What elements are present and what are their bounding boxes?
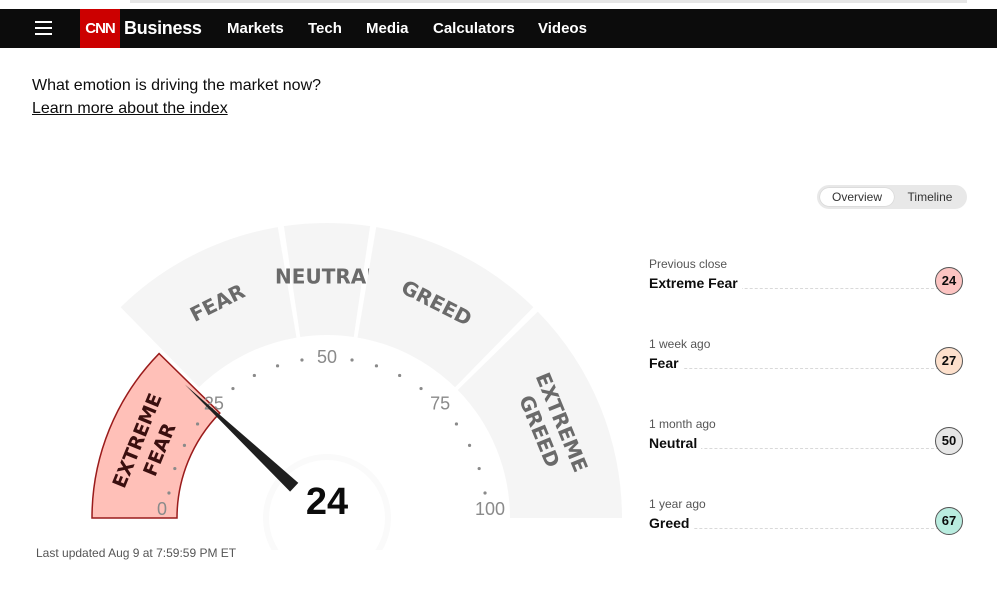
scale-dot <box>182 443 187 447</box>
brand-name[interactable]: Business <box>124 18 202 39</box>
history-item-1-month: 1 month ago Neutral 50 <box>649 417 964 467</box>
history-value-badge: 27 <box>935 347 963 375</box>
gauge-value: 24 <box>306 481 348 523</box>
scale-label: 100 <box>475 499 505 519</box>
scale-dot <box>398 373 402 378</box>
history-value-badge: 50 <box>935 427 963 455</box>
scale-label: 0 <box>157 499 167 519</box>
scale-dot <box>167 491 171 495</box>
history-period: Previous close <box>649 257 728 271</box>
view-toggle: Overview Timeline <box>817 185 967 209</box>
history-period: 1 month ago <box>649 417 716 431</box>
history-period: 1 year ago <box>649 497 706 511</box>
top-border <box>0 0 997 4</box>
history-rating: Fear <box>649 355 683 371</box>
scale-dot <box>173 466 177 471</box>
scale-dot <box>419 386 423 391</box>
cnn-logo[interactable]: CNN <box>80 9 120 48</box>
history-period: 1 week ago <box>649 337 711 351</box>
last-updated: Last updated Aug 9 at 7:59:59 PM ET <box>36 546 237 560</box>
nav-link-markets[interactable]: Markets <box>227 20 284 37</box>
history-value-badge: 24 <box>935 267 963 295</box>
scale-label: 50 <box>317 347 337 367</box>
top-strip <box>130 0 967 3</box>
scale-dot <box>252 373 256 378</box>
history-rating: Greed <box>649 515 694 531</box>
nav-link-calculators[interactable]: Calculators <box>433 20 515 37</box>
leader-line <box>649 368 939 369</box>
scale-dot <box>483 491 487 495</box>
nav-link-videos[interactable]: Videos <box>538 20 587 37</box>
index-question: What emotion is driving the market now? <box>32 77 322 94</box>
learn-more-link[interactable]: Learn more about the index <box>32 100 228 118</box>
scale-label: 75 <box>430 394 450 414</box>
scale-dot <box>454 422 459 426</box>
scale-dot <box>374 364 379 368</box>
tab-timeline[interactable]: Timeline <box>897 188 963 206</box>
history-item-previous-close: Previous close Extreme Fear 24 <box>649 257 964 307</box>
history-item-1-year: 1 year ago Greed 67 <box>649 497 964 547</box>
nav-link-media[interactable]: Media <box>366 20 409 37</box>
scale-dot <box>275 364 280 368</box>
scale-dot <box>477 466 481 471</box>
scale-dot <box>300 358 304 362</box>
history-rating: Extreme Fear <box>649 275 742 291</box>
tab-overview[interactable]: Overview <box>820 188 894 206</box>
scale-dot <box>350 358 354 362</box>
history-item-1-week: 1 week ago Fear 27 <box>649 337 964 387</box>
scale-dot <box>467 443 472 447</box>
nav-link-tech[interactable]: Tech <box>308 20 342 37</box>
history-value-badge: 67 <box>935 507 963 535</box>
segment-label: NEUTRAL <box>275 265 379 289</box>
scale-dot <box>231 386 235 391</box>
scale-dot <box>195 422 200 426</box>
header-nav: CNN Business Markets Tech Media Calculat… <box>0 9 997 48</box>
gauge-needle <box>184 384 299 492</box>
fear-greed-gauge: EXTREMEFEARFEARNEUTRAL GREEDEXTREMEGREED0… <box>91 223 622 550</box>
history-rating: Neutral <box>649 435 702 451</box>
logo-text: CNN <box>85 20 116 37</box>
menu-icon[interactable] <box>35 19 53 37</box>
